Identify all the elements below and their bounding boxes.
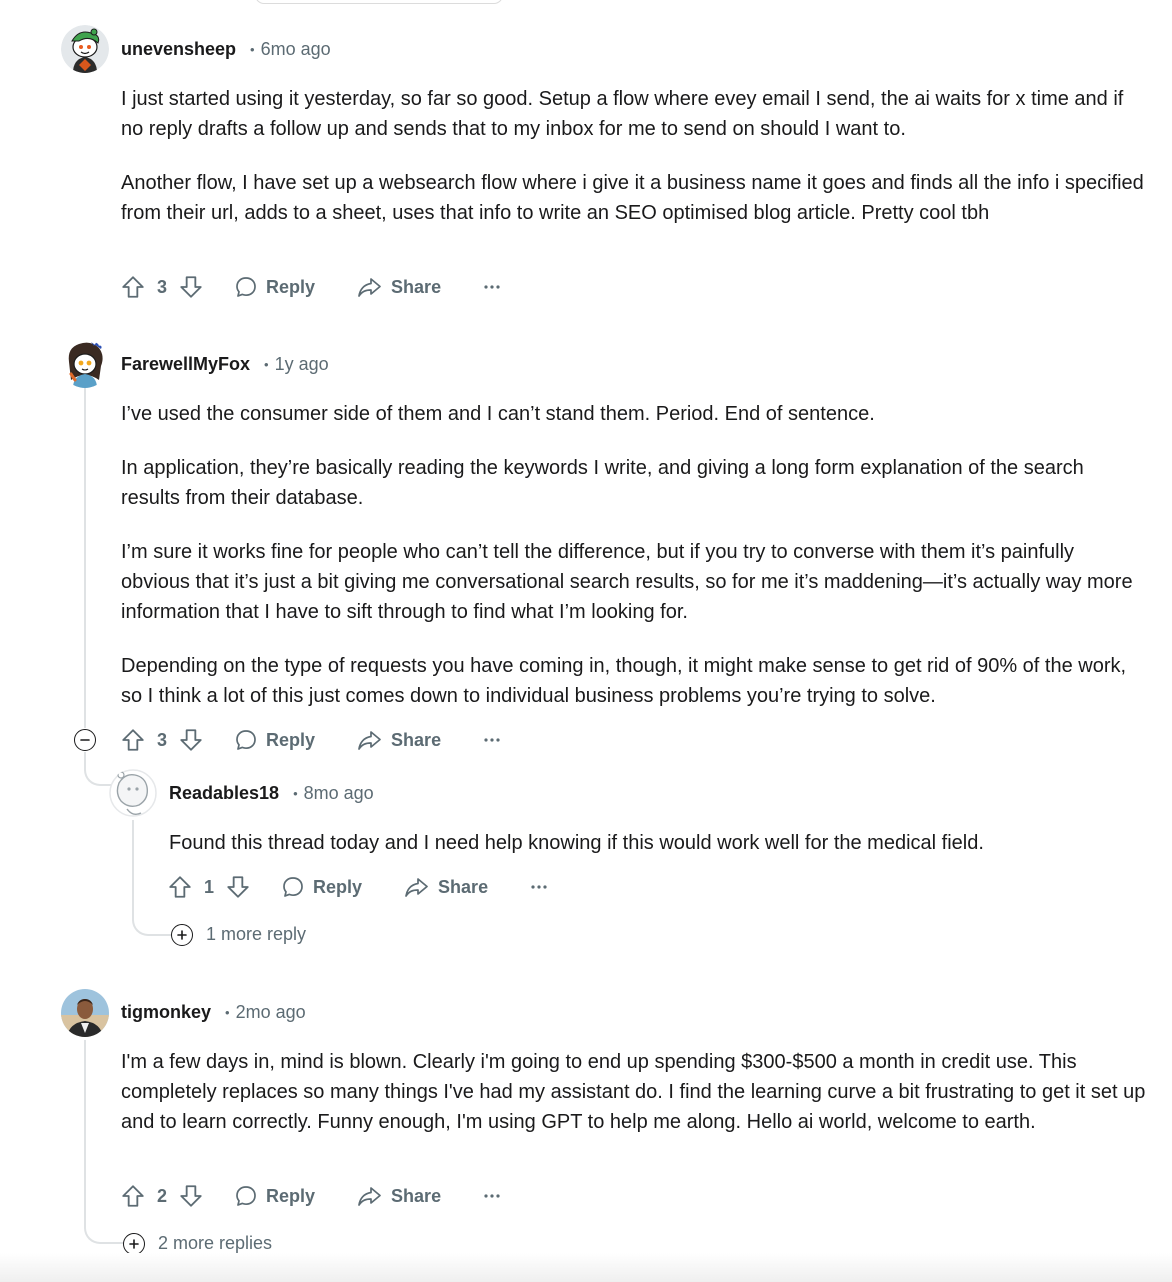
comment-paragraph: I'm a few days in, mind is blown. Clearl…: [121, 1051, 1146, 1133]
avatar[interactable]: [61, 340, 109, 388]
previous-element-edge: [255, 0, 503, 4]
upvote-arrow-up-outline-icon[interactable]: [120, 1183, 146, 1209]
thread-connector: [84, 762, 112, 786]
expand-replies-plus-circle-icon[interactable]: [171, 924, 193, 946]
share-arrow-icon: [358, 278, 381, 297]
more-options-ellipsis-icon[interactable]: [483, 284, 501, 290]
username[interactable]: Readables18: [169, 783, 279, 804]
timestamp[interactable]: 8mo ago: [304, 783, 374, 804]
timestamp[interactable]: 6mo ago: [261, 39, 331, 60]
reply-label: Reply: [313, 876, 363, 897]
separator-dot: •: [264, 356, 269, 372]
speech-bubble-icon: [283, 877, 303, 897]
thread-line: [84, 752, 86, 762]
separator-dot: •: [250, 41, 255, 57]
speech-bubble-icon: [236, 1186, 256, 1206]
reply-label: Reply: [266, 1185, 316, 1206]
share-label: Share: [391, 276, 442, 297]
upvote-arrow-up-outline-icon[interactable]: [120, 274, 146, 300]
avatar-image: [61, 340, 109, 388]
timestamp[interactable]: 2mo ago: [236, 1002, 306, 1023]
reply-label: Reply: [266, 729, 316, 750]
downvote-arrow-down-outline-icon[interactable]: [225, 874, 251, 900]
comment-body: I’ve used the consumer side of them and …: [121, 399, 1146, 711]
share-button[interactable]: Share: [404, 875, 488, 899]
username[interactable]: FarewellMyFox: [121, 354, 250, 375]
reply-label: Reply: [266, 276, 316, 297]
share-arrow-icon: [358, 731, 381, 750]
comment-header: FarewellMyFox • 1y ago: [121, 353, 329, 375]
comment-paragraph: I just started using it yesterday, so fa…: [121, 88, 1124, 140]
speech-bubble-icon: [236, 730, 256, 750]
avatar[interactable]: [61, 25, 109, 73]
avatar-image: [109, 769, 157, 817]
thread-connector: [84, 1208, 124, 1244]
thread-connector: [132, 908, 172, 936]
vote-score: 3: [157, 729, 168, 750]
downvote-arrow-down-outline-icon[interactable]: [178, 274, 204, 300]
comment-paragraph: In application, they’re basically readin…: [121, 457, 1084, 509]
vote-score: 3: [157, 276, 168, 297]
share-arrow-icon: [405, 878, 428, 897]
comment-paragraph: Found this thread today and I need help …: [169, 832, 984, 854]
share-label: Share: [438, 876, 489, 897]
comment-paragraph: I’ve used the consumer side of them and …: [121, 403, 875, 425]
comment-body: I just started using it yesterday, so fa…: [121, 84, 1146, 228]
avatar-image: [61, 25, 109, 73]
reply-button[interactable]: Reply: [234, 275, 315, 299]
comment-actions: 2 Reply Share: [120, 1181, 501, 1211]
comment-body: Found this thread today and I need help …: [169, 828, 1149, 858]
comment-paragraph: Another flow, I have set up a websearch …: [121, 172, 1144, 224]
comment-paragraph: Depending on the type of requests you ha…: [121, 655, 1127, 707]
comment-header: tigmonkey • 2mo ago: [121, 1001, 306, 1023]
share-arrow-icon: [358, 1187, 381, 1206]
thread-line: [84, 1040, 86, 1210]
reply-button[interactable]: Reply: [234, 728, 315, 752]
collapse-thread-minus-circle-icon[interactable]: [74, 729, 96, 751]
downvote-arrow-down-outline-icon[interactable]: [178, 1183, 204, 1209]
share-button[interactable]: Share: [357, 728, 441, 752]
comment-paragraph: I’m sure it works fine for people who ca…: [121, 541, 1133, 623]
share-label: Share: [391, 1185, 442, 1206]
page-bottom-fade: [0, 1253, 1172, 1282]
username[interactable]: tigmonkey: [121, 1002, 211, 1023]
vote-score: 2: [157, 1185, 168, 1206]
share-label: Share: [391, 729, 442, 750]
reply-button[interactable]: Reply: [234, 1184, 315, 1208]
vote-score: 1: [204, 876, 215, 897]
thread-line: [84, 388, 86, 728]
avatar-image: [61, 989, 109, 1037]
share-button[interactable]: Share: [357, 275, 441, 299]
downvote-arrow-down-outline-icon[interactable]: [178, 727, 204, 753]
avatar[interactable]: [61, 989, 109, 1037]
comment-header: unevensheep • 6mo ago: [121, 38, 331, 60]
more-options-ellipsis-icon[interactable]: [483, 737, 501, 743]
more-options-ellipsis-icon[interactable]: [483, 1193, 501, 1199]
upvote-arrow-up-outline-icon[interactable]: [167, 874, 193, 900]
share-button[interactable]: Share: [357, 1184, 441, 1208]
thread-line: [132, 820, 134, 910]
comment-header: Readables18 • 8mo ago: [169, 782, 374, 804]
comment-body: I'm a few days in, mind is blown. Clearl…: [121, 1047, 1146, 1137]
speech-bubble-icon: [236, 277, 256, 297]
separator-dot: •: [293, 785, 298, 801]
reply-button[interactable]: Reply: [281, 875, 362, 899]
separator-dot: •: [225, 1004, 230, 1020]
upvote-arrow-up-outline-icon[interactable]: [120, 727, 146, 753]
more-replies-link[interactable]: 1 more reply: [206, 924, 306, 945]
avatar[interactable]: [109, 769, 157, 817]
expand-replies-plus-circle-icon[interactable]: [123, 1233, 145, 1255]
more-options-ellipsis-icon[interactable]: [530, 884, 548, 890]
timestamp[interactable]: 1y ago: [275, 354, 329, 375]
username[interactable]: unevensheep: [121, 39, 236, 60]
more-replies-link[interactable]: 2 more replies: [158, 1233, 272, 1254]
comment-actions: 3 Reply Share: [120, 725, 501, 755]
comment-actions: 1 Reply Share: [167, 872, 548, 902]
comment-actions: 3 Reply Share: [120, 272, 501, 302]
